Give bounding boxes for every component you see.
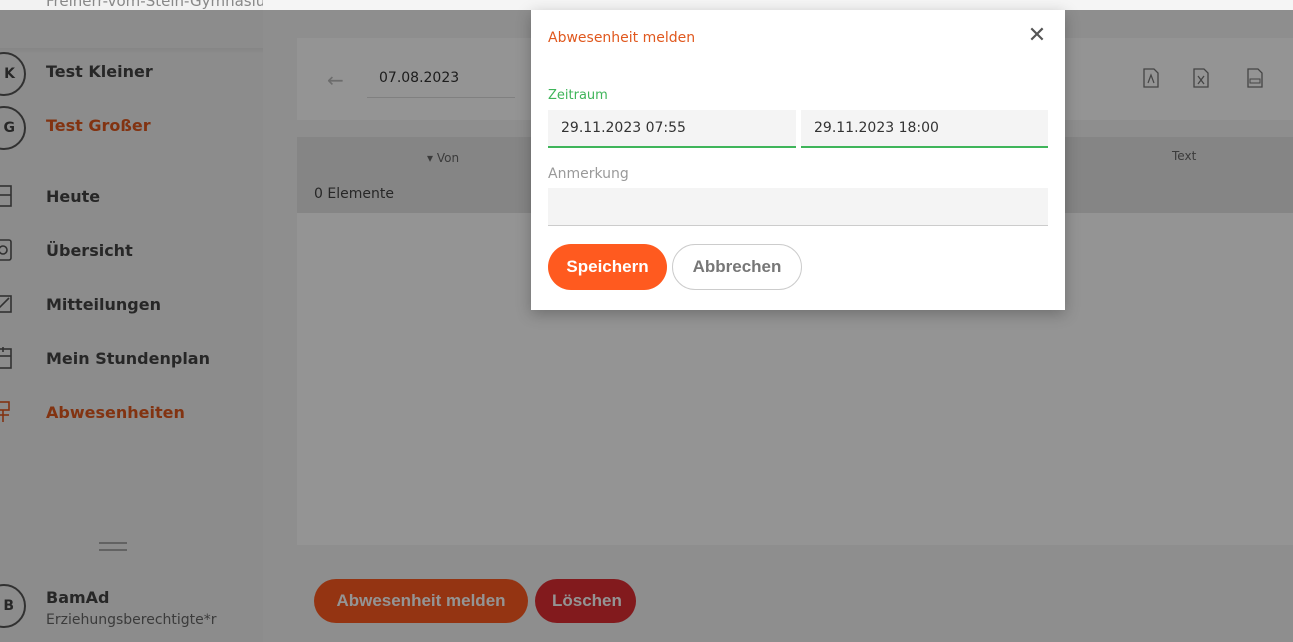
close-icon[interactable]: ✕ [1025, 24, 1049, 48]
from-datetime-field[interactable]: 29.11.2023 07:55 [548, 110, 796, 148]
to-datetime-field[interactable]: 29.11.2023 18:00 [801, 110, 1048, 148]
save-button[interactable]: Speichern [548, 244, 667, 290]
dialog-title: Abwesenheit melden [548, 30, 696, 46]
school-name: Freiherr-vom-Stein-Gymnasium [46, 0, 280, 10]
note-field[interactable] [548, 188, 1048, 226]
note-label: Anmerkung [548, 166, 629, 182]
report-absence-dialog: Abwesenheit melden ✕ Zeitraum 29.11.2023… [531, 10, 1065, 310]
cancel-button[interactable]: Abbrechen [672, 244, 802, 290]
range-label: Zeitraum [548, 88, 608, 103]
